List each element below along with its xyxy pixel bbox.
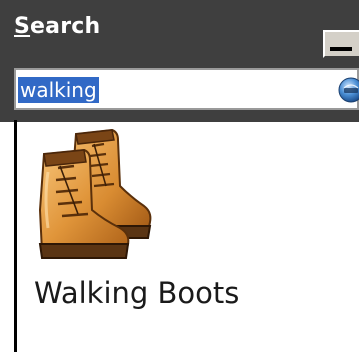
result-item-label: Walking Boots	[34, 276, 240, 310]
list-left-border	[14, 120, 17, 352]
result-item-walking-boots[interactable]: Walking Boots	[20, 128, 320, 328]
title-text: earch	[30, 14, 101, 39]
panel-title: Search	[14, 14, 100, 40]
search-field[interactable]: walking	[14, 68, 359, 110]
results-list: Walking Boots	[0, 120, 359, 352]
go-button[interactable]	[338, 77, 359, 103]
walking-boots-icon	[38, 128, 152, 259]
minimize-icon	[330, 47, 352, 51]
search-input[interactable]	[18, 76, 308, 102]
minimize-button[interactable]	[323, 30, 359, 58]
title-access-key: S	[14, 14, 31, 39]
search-header: Search walking	[0, 0, 359, 120]
search-panel: Search walking walking Walking Boots	[0, 0, 359, 352]
